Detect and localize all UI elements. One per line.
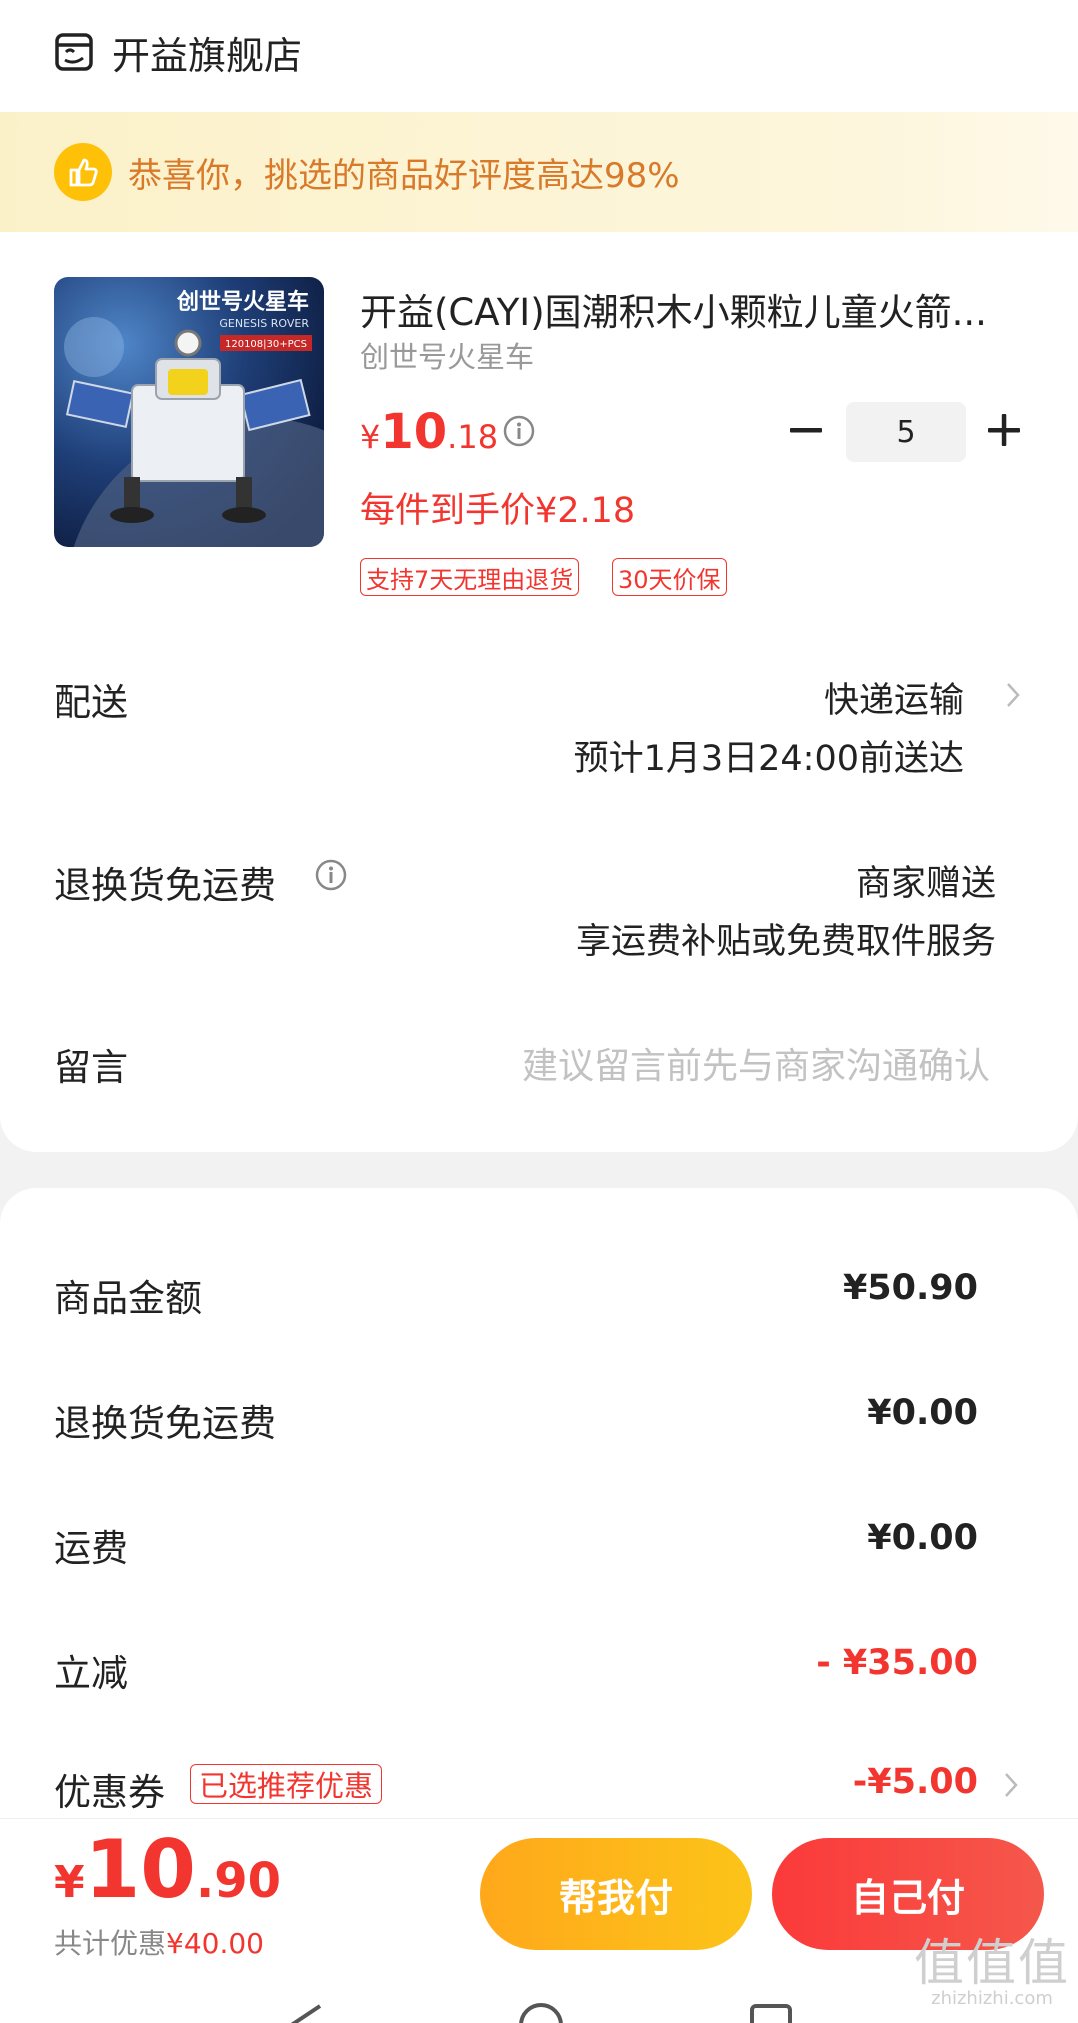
- watermark-logo: 值值值: [914, 1934, 1070, 1992]
- coupon-label[interactable]: 优惠券: [54, 1762, 165, 1816]
- total-integer: 10: [84, 1823, 196, 1916]
- price-info-icon[interactable]: [502, 414, 536, 448]
- rating-banner: 恭喜你，挑选的商品好评度高达98%: [0, 112, 1078, 232]
- product-image[interactable]: 创世号火星车 GENESIS ROVER 120108|30+PCS: [54, 277, 324, 547]
- price-integer: 10: [380, 404, 448, 460]
- return-shipping-desc: 享运费补贴或免费取件服务: [575, 922, 996, 962]
- summary-goods-label: 商品金额: [54, 1277, 202, 1320]
- tag-7day-return: 支持7天无理由退货: [360, 558, 580, 596]
- product-price: ¥ 10 .18: [360, 404, 498, 460]
- store-face-icon: [55, 33, 93, 71]
- coupon-chevron-icon[interactable]: [1002, 1770, 1020, 1800]
- product-image-subtitle: GENESIS ROVER: [219, 317, 309, 330]
- delivery-chevron-icon[interactable]: [1004, 680, 1022, 710]
- return-shipping-gift: 商家赠送: [855, 864, 996, 904]
- watermark: 值值值 zhizhizhi.com: [914, 1938, 1070, 2009]
- unit-price: 每件到手价¥2.18: [360, 491, 636, 531]
- banner-text: 恭喜你，挑选的商品好评度高达98%: [128, 155, 680, 196]
- total-discount-label: 共计优惠: [54, 1927, 167, 1960]
- product-title[interactable]: 开益(CAYI)国潮积木小颗粒儿童火箭...: [360, 282, 1020, 336]
- delivery-method[interactable]: 快递运输: [824, 672, 964, 723]
- quantity-input[interactable]: 5: [846, 402, 966, 462]
- thumbs-up-icon: [54, 143, 112, 201]
- nav-home-icon[interactable]: [516, 2000, 566, 2023]
- watermark-url: zhizhizhi.com: [931, 1988, 1053, 2009]
- total-price: ¥ 10 .90: [54, 1830, 281, 1910]
- note-input[interactable]: 建议留言前先与商家沟通确认: [522, 1037, 990, 1089]
- delivery-eta: 预计1月3日24:00前送达: [573, 739, 964, 779]
- coupon-tag: 已选推荐优惠: [190, 1764, 383, 1804]
- summary-shipping-label: 运费: [54, 1527, 128, 1570]
- summary-goods-value: ¥50.90: [842, 1268, 978, 1308]
- quantity-minus-button[interactable]: [786, 410, 826, 450]
- shop-header[interactable]: 开益旗舰店: [54, 22, 302, 82]
- shop-name: 开益旗舰店: [112, 33, 303, 78]
- total-decimal: .90: [195, 1853, 281, 1909]
- price-symbol: ¥: [360, 418, 381, 456]
- help-pay-button[interactable]: 帮我付: [480, 1838, 752, 1950]
- total-discount: 共计优惠¥40.00: [54, 1922, 264, 1962]
- tag-price-protect: 30天价保: [612, 558, 727, 596]
- return-info-icon[interactable]: [314, 858, 348, 892]
- total-symbol: ¥: [54, 1857, 85, 1908]
- product-spec[interactable]: 创世号火星车: [360, 334, 534, 376]
- quantity-plus-button[interactable]: [984, 410, 1024, 450]
- product-image-title: 创世号火星车: [176, 289, 309, 315]
- nav-back-icon[interactable]: [280, 2000, 330, 2023]
- summary-shipping-value: ¥0.00: [867, 1518, 978, 1558]
- summary-return-label: 退换货免运费: [54, 1402, 276, 1445]
- summary-discount-value: - ¥35.00: [816, 1643, 978, 1683]
- total-discount-value: ¥40.00: [166, 1927, 264, 1960]
- price-decimal: .18: [447, 418, 499, 456]
- delivery-label: 配送: [54, 681, 128, 724]
- summary-discount-label: 立减: [54, 1652, 128, 1695]
- product-image-code: 120108|30+PCS: [225, 339, 307, 350]
- note-label: 留言: [54, 1046, 128, 1089]
- return-shipping-label: 退换货免运费: [54, 864, 276, 907]
- nav-recent-icon[interactable]: [748, 2002, 794, 2023]
- coupon-value[interactable]: -¥5.00: [853, 1762, 978, 1802]
- summary-return-value: ¥0.00: [867, 1393, 978, 1433]
